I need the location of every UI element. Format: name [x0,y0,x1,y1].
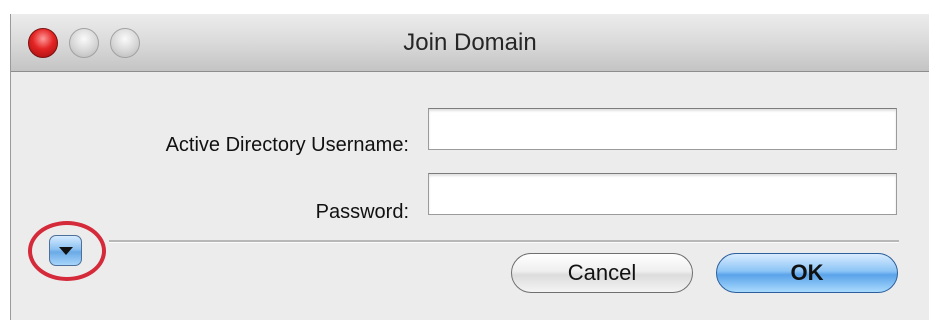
password-field[interactable] [428,173,897,215]
cancel-button[interactable]: Cancel [511,253,693,293]
join-domain-window: Join Domain Active Directory Username: P… [10,14,929,320]
title-bar[interactable]: Join Domain [11,14,929,72]
ok-button[interactable]: OK [716,253,898,293]
disclosure-button[interactable] [49,235,82,266]
triangle-down-icon [59,247,73,255]
password-label: Password: [315,201,409,223]
separator [109,240,899,243]
username-label: Active Directory Username: [165,134,409,156]
window-title: Join Domain [403,29,537,56]
username-field[interactable] [428,108,897,150]
